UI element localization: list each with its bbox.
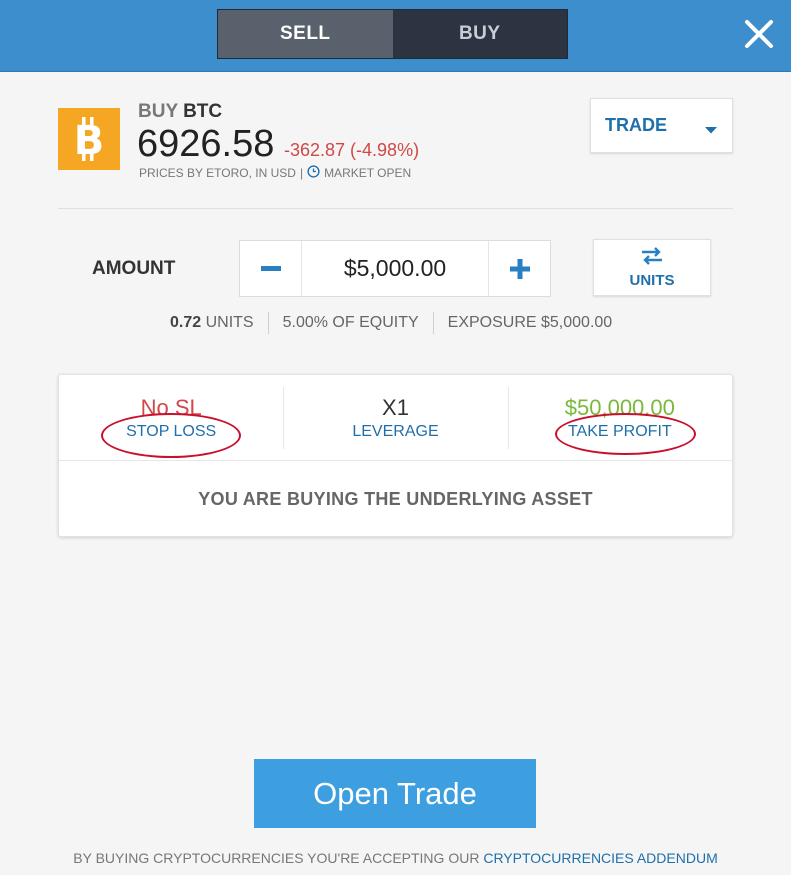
leverage-setting[interactable]: X1 LEVERAGE	[283, 375, 507, 460]
stat-divider	[267, 312, 269, 334]
units-toggle-button[interactable]: UNITS	[593, 239, 711, 296]
meta-separator: |	[299, 166, 304, 180]
amount-label: AMOUNT	[92, 258, 176, 279]
price-meta: PRICES BY ETORO, IN USD | MARKET OPEN	[139, 165, 411, 181]
asset-title: BUY BTC	[138, 101, 222, 123]
equity-stat: 5.00% OF EQUITY	[282, 314, 419, 331]
plus-icon[interactable]	[488, 241, 550, 296]
section-divider	[58, 208, 733, 209]
leverage-label: LEVERAGE	[352, 422, 439, 440]
asset-price: 6926.58	[137, 123, 275, 165]
underlying-asset-note: YOU ARE BUYING THE UNDERLYING ASSET	[198, 489, 593, 509]
take-profit-value: $50,000.00	[564, 394, 675, 420]
bitcoin-icon: B	[58, 108, 120, 170]
chevron-down-icon	[704, 122, 718, 140]
prices-by-label: PRICES BY ETORO, IN USD	[139, 166, 296, 180]
amount-input[interactable]: $5,000.00	[302, 255, 488, 282]
trade-settings-card: No SL STOP LOSS X1 LEVERAGE $50,000.00 T…	[58, 374, 733, 537]
sell-buy-toggle: SELL BUY	[217, 9, 568, 59]
clock-icon	[307, 165, 320, 181]
close-icon[interactable]	[740, 15, 778, 53]
sell-tab[interactable]: SELL	[218, 10, 393, 58]
swap-arrows-icon	[640, 246, 664, 270]
amount-stepper: $5,000.00	[239, 240, 551, 297]
footer-text: BY BUYING CRYPTOCURRENCIES YOU'RE ACCEPT…	[73, 850, 480, 866]
stop-loss-setting[interactable]: No SL STOP LOSS	[59, 375, 283, 460]
amount-stats: 0.72 UNITS 5.00% OF EQUITY EXPOSURE $5,0…	[170, 312, 612, 334]
take-profit-label: TAKE PROFIT	[567, 422, 672, 440]
asset-action: BUY	[138, 101, 178, 122]
order-type-dropdown[interactable]: TRADE	[590, 98, 733, 153]
trade-settings-row: No SL STOP LOSS X1 LEVERAGE $50,000.00 T…	[59, 375, 732, 461]
addendum-link[interactable]: CRYPTOCURRENCIES ADDENDUM	[483, 850, 717, 866]
exposure-stat: EXPOSURE $5,000.00	[447, 314, 613, 331]
stat-divider	[432, 312, 434, 334]
trade-header: SELL BUY	[0, 0, 791, 72]
footer-disclaimer: BY BUYING CRYPTOCURRENCIES YOU'RE ACCEPT…	[0, 850, 791, 866]
market-status: MARKET OPEN	[307, 165, 411, 181]
market-status-label: MARKET OPEN	[324, 166, 412, 180]
units-stat: 0.72 UNITS	[170, 314, 254, 332]
asset-symbol: BTC	[183, 101, 223, 122]
minus-icon[interactable]	[240, 241, 302, 296]
svg-text:B: B	[74, 118, 105, 164]
take-profit-setting[interactable]: $50,000.00 TAKE PROFIT	[507, 375, 732, 460]
price-change: -362.87 (-4.98%)	[284, 140, 420, 160]
units-stat-label: UNITS	[205, 314, 254, 331]
order-type-label: TRADE	[605, 115, 667, 135]
leverage-value: X1	[382, 394, 409, 420]
stop-loss-value: No SL	[140, 394, 202, 420]
stop-loss-label: STOP LOSS	[126, 422, 217, 440]
units-value: 0.72	[170, 314, 202, 331]
buy-tab[interactable]: BUY	[392, 10, 567, 58]
open-trade-button[interactable]: Open Trade	[254, 759, 536, 828]
units-toggle-label: UNITS	[629, 271, 675, 289]
